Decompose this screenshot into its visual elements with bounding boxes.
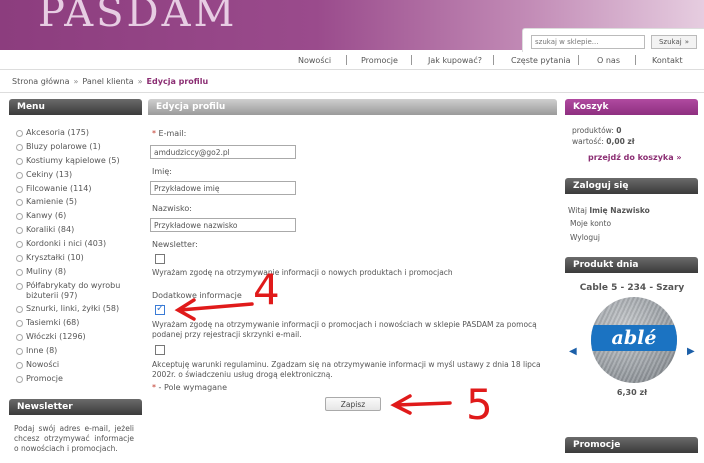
arrow-icon (174, 298, 254, 321)
next-arrow-icon[interactable]: ▶ (687, 346, 695, 357)
prev-arrow-icon[interactable]: ◀ (569, 346, 577, 357)
product-image[interactable]: ablé (591, 297, 677, 383)
yarn-label-text: ablé (611, 327, 657, 349)
annotation-number-5: 5 (466, 380, 493, 429)
annotation-number-4: 4 (253, 265, 280, 314)
product-name[interactable]: Cable 5 - 234 - Szary (566, 283, 698, 293)
product-price: 6,30 zł (616, 388, 648, 397)
cart-title: Koszyk (565, 99, 698, 115)
go-to-cart-link[interactable]: przejdź do koszyka » (588, 153, 682, 162)
product-of-day-title: Produkt dnia (565, 257, 698, 273)
arrow-icon (390, 394, 452, 415)
login-title: Zaloguj się (565, 178, 698, 194)
cart-value: wartość: 0,00 zł (572, 137, 635, 146)
my-account-link[interactable]: Moje konto (570, 219, 611, 228)
logout-link[interactable]: Wyloguj (570, 233, 600, 242)
login-greeting: Witaj Imię Nazwisko (568, 206, 650, 215)
promo-title: Promocje (565, 437, 698, 453)
cart-products: produktów: 0 (572, 126, 622, 135)
